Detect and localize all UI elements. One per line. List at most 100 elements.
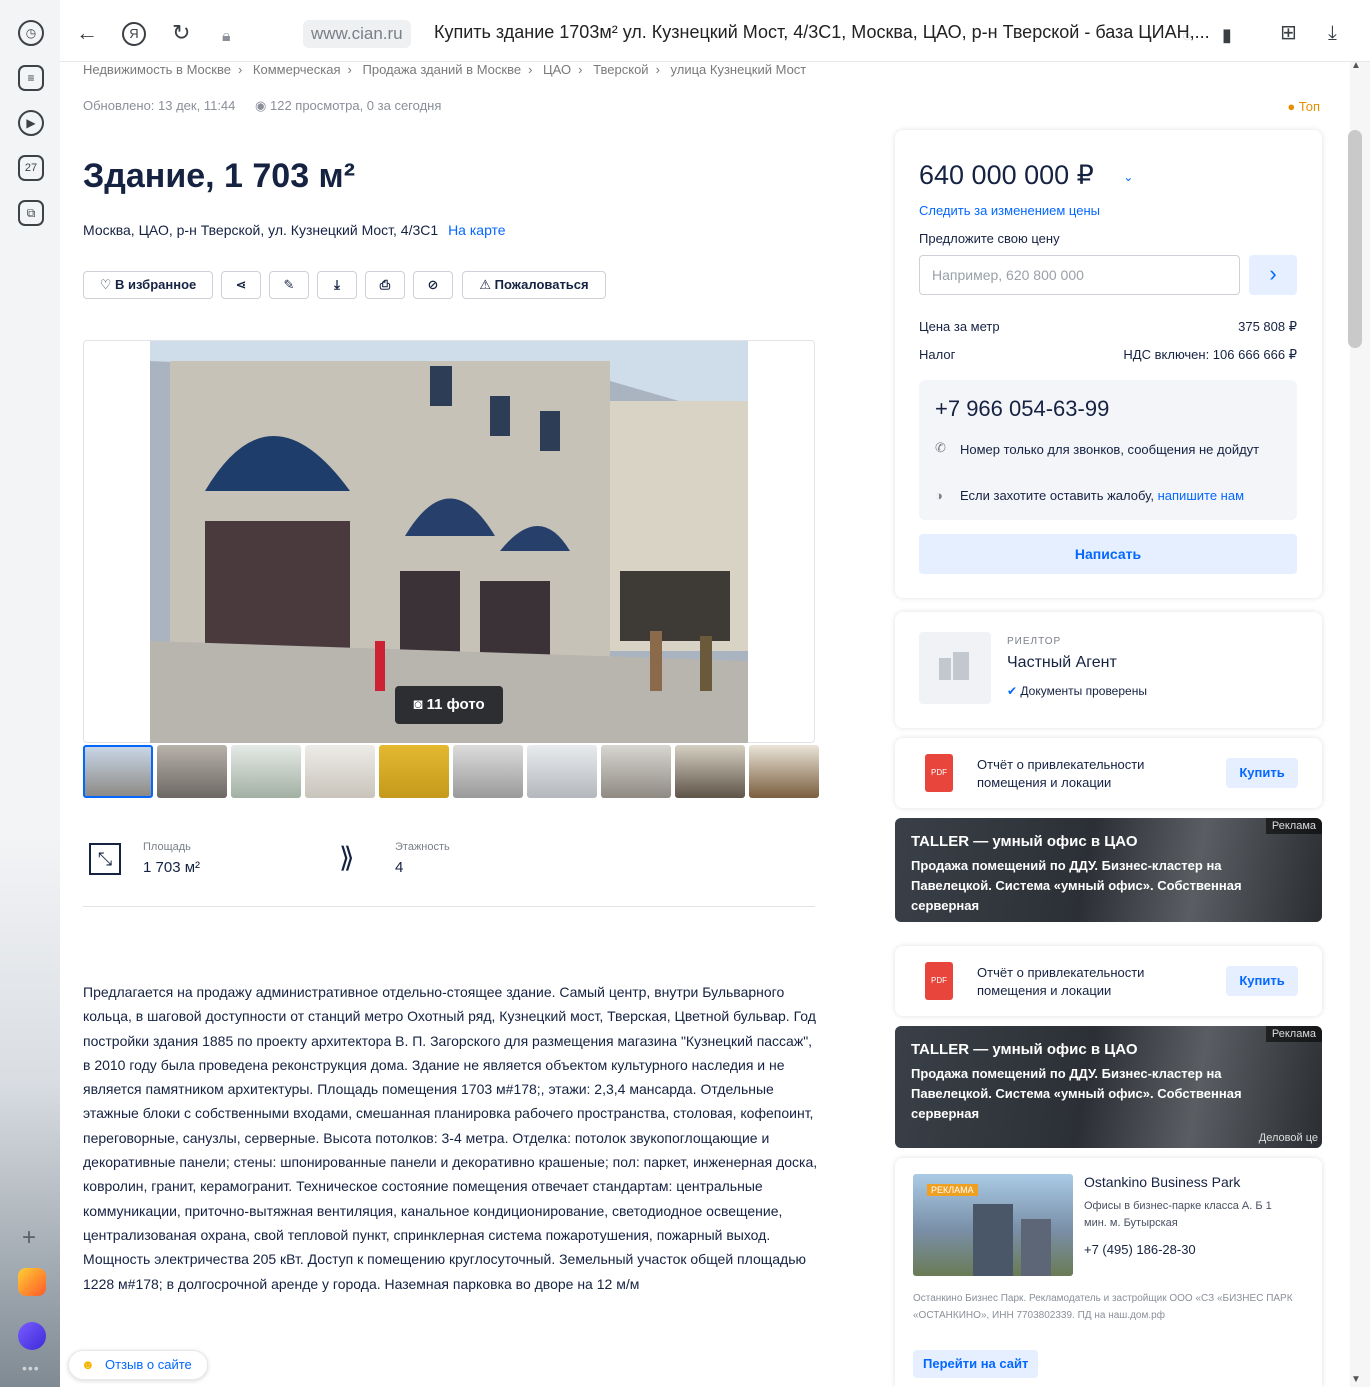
listing-meta: Обновлено: 13 дек, 11:44 ◉ 122 просмотра… <box>83 98 441 114</box>
top-badge[interactable]: ● Топ <box>1287 99 1320 114</box>
main-photo[interactable] <box>150 341 748 743</box>
photo-gallery[interactable] <box>83 340 815 743</box>
watch-price-link[interactable]: Следить за изменением цены <box>919 203 1100 218</box>
write-button[interactable]: Написать <box>919 534 1297 574</box>
thumbnail[interactable] <box>675 745 745 798</box>
offer-price-label: Предложите свою цену <box>919 231 1060 246</box>
reload-icon[interactable]: ↻ <box>172 20 190 46</box>
agent-role: РИЕЛТОР <box>1007 636 1062 647</box>
price: 640 000 000 ₽ ⌄ <box>919 160 1134 190</box>
add-icon[interactable]: + <box>22 1224 36 1252</box>
scroll-up-arrow-icon[interactable]: ▲ <box>1351 60 1361 71</box>
tax-row: Налог НДС включен: 106 666 666 ₽ <box>919 347 1297 362</box>
print-button[interactable]: ⎙ <box>365 271 405 299</box>
key-facts: ⤡ Площадь 1 703 м² ⟫ Этажность 4 <box>83 837 815 907</box>
ad-title: TALLER — умный офис в ЦАО <box>911 833 1138 850</box>
floors-label: Этажность <box>395 841 450 853</box>
promo-title[interactable]: Ostankino Business Park <box>1084 1174 1240 1190</box>
back-icon[interactable]: ← <box>76 20 98 46</box>
warning-icon: ⚠ <box>479 277 492 292</box>
mail-app-icon[interactable] <box>18 1268 46 1296</box>
ad-tag: Реклама <box>1265 818 1322 834</box>
complaint-link[interactable]: напишите нам <box>1158 488 1244 503</box>
pdf-icon: PDF <box>925 754 953 792</box>
promo-legal: Останкино Бизнес Парк. Рекламодатель и з… <box>913 1293 1293 1321</box>
area-label: Площадь <box>143 841 191 853</box>
download-button[interactable]: ⤓ <box>317 271 357 299</box>
ad-banner[interactable]: TALLER — умный офис в ЦАО Продажа помеще… <box>895 1026 1322 1148</box>
phone-number[interactable]: +7 966 054-63-99 <box>935 396 1109 422</box>
page-title-in-address-bar[interactable]: Купить здание 1703м² ул. Кузнецкий Мост,… <box>434 22 1210 43</box>
alice-assistant-icon[interactable] <box>18 1322 46 1350</box>
scroll-down-arrow-icon[interactable]: ▼ <box>1351 1374 1361 1385</box>
complain-button[interactable]: ⚠ Пожаловаться <box>462 271 606 299</box>
agent-avatar[interactable] <box>919 632 991 704</box>
floors-value: 4 <box>395 859 404 876</box>
bookmark-icon[interactable]: ▮ <box>1222 22 1232 48</box>
collections-icon[interactable]: ≡ <box>18 65 44 91</box>
site-review-button[interactable]: ☻ Отзыв о сайте <box>68 1350 208 1380</box>
promo-image[interactable]: РЕКЛАМА <box>913 1174 1073 1276</box>
report-card: PDF Отчёт о привлекательности помещения … <box>895 738 1322 808</box>
pdf-icon: PDF <box>925 962 953 1000</box>
translate-icon[interactable]: ◌ <box>1182 24 1192 50</box>
media-icon[interactable]: ▶ <box>18 110 44 136</box>
breadcrumb-item[interactable]: Тверской <box>593 62 648 77</box>
ad-text: Продажа помещений по ДДУ. Бизнес-кластер… <box>911 858 1242 913</box>
note-button[interactable]: ✎ <box>269 271 309 299</box>
listing-address: Москва, ЦАО, р-н Тверской, ул. Кузнецкий… <box>83 222 506 238</box>
hide-eye-icon: ⊘ <box>427 277 439 292</box>
chevron-down-icon[interactable]: ⌄ <box>1123 170 1133 184</box>
photo-count-button[interactable]: ◙ 11 фото <box>395 686 503 724</box>
area-icon: ⤡ <box>89 843 121 875</box>
phone-note: Номер только для звонков, сообщения не д… <box>960 442 1260 457</box>
more-icon[interactable]: ••• <box>22 1360 40 1376</box>
promo-subtitle: Офисы в бизнес-парке класса А. Б 1 мин. … <box>1084 1200 1272 1229</box>
views-count: 122 просмотра, 0 за сегодня <box>269 98 442 113</box>
promo-cta-button[interactable]: Перейти на сайт <box>913 1350 1039 1378</box>
breadcrumb-item[interactable]: ЦАО <box>543 62 571 77</box>
hide-button[interactable]: ⊘ <box>413 271 453 299</box>
url-host[interactable]: www.cian.ru <box>303 20 411 48</box>
listing-title: Здание, 1 703 м² <box>83 157 356 195</box>
promo-phone[interactable]: +7 (495) 186-28-30 <box>1084 1242 1196 1257</box>
history-icon[interactable]: ◷ <box>18 20 44 46</box>
breadcrumb-item[interactable]: Недвижимость в Москве <box>83 62 231 77</box>
thumbnail[interactable] <box>83 745 153 798</box>
thumbnail[interactable] <box>601 745 671 798</box>
share-button[interactable]: ⋖ <box>221 271 261 299</box>
breadcrumb-item[interactable]: Коммерческая <box>253 62 341 77</box>
price-card: 640 000 000 ₽ ⌄ Следить за изменением це… <box>895 130 1322 598</box>
price-per-meter-row: Цена за метр 375 808 ₽ <box>919 319 1297 334</box>
phone-box: +7 966 054-63-99 ✆ Номер только для звон… <box>919 380 1297 520</box>
map-link[interactable]: На карте <box>448 222 506 238</box>
breadcrumb: Недвижимость в Москве › Коммерческая › Про… <box>83 62 807 77</box>
share-icon: ⋖ <box>235 277 247 292</box>
breadcrumb-item[interactable]: улица Кузнецкий Мост <box>671 62 807 77</box>
printer-icon: ⎙ <box>379 277 391 292</box>
buy-report-button[interactable]: Купить <box>1226 758 1298 788</box>
breadcrumb-item[interactable]: Продажа зданий в Москве <box>363 62 522 77</box>
thumbnail[interactable] <box>305 745 375 798</box>
favorite-button[interactable]: ♡ В избранное <box>83 271 213 299</box>
thumbnail[interactable] <box>379 745 449 798</box>
heart-icon: ♡ <box>99 277 112 292</box>
yandex-logo-icon[interactable]: Я <box>122 22 146 46</box>
thumbnail[interactable] <box>453 745 523 798</box>
download-icon[interactable]: ⤓ <box>1328 20 1337 46</box>
calendar-icon[interactable]: 27 <box>18 155 44 181</box>
thumbnail[interactable] <box>157 745 227 798</box>
offer-price-input[interactable]: Например, 620 800 000 <box>919 255 1240 295</box>
smile-icon: ☻ <box>81 1357 95 1372</box>
reader-icon[interactable]: ⊞ <box>1280 20 1297 46</box>
thumbnail[interactable] <box>749 745 819 798</box>
ad-banner[interactable]: TALLER — умный офис в ЦАО Продажа помеще… <box>895 818 1322 922</box>
thumbnail[interactable] <box>527 745 597 798</box>
agent-name[interactable]: Частный Агент <box>1007 654 1117 672</box>
thumbnail[interactable] <box>231 745 301 798</box>
browser-sidebar: ◷ ≡ ▶ 27 ⧉ + ••• <box>0 0 60 1387</box>
screenshot-icon[interactable]: ⧉ <box>18 200 44 226</box>
offer-submit-button[interactable]: › <box>1249 255 1297 295</box>
buy-report-button[interactable]: Купить <box>1226 966 1298 996</box>
scrollbar-thumb[interactable] <box>1348 130 1362 348</box>
